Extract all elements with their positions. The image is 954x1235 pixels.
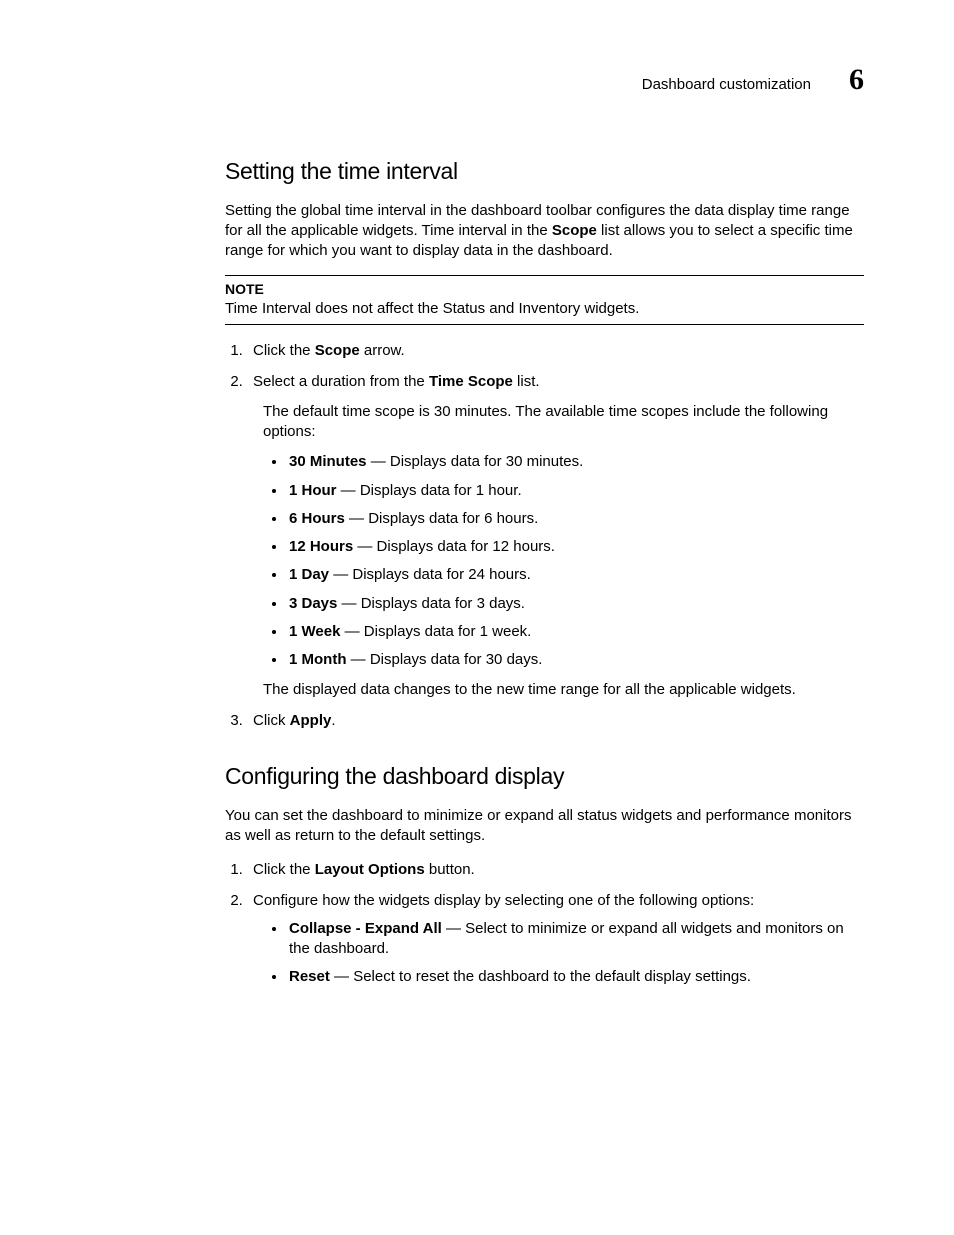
option-rest: — Displays data for 30 minutes.: [367, 453, 584, 470]
list-item: 1 Month — Displays data for 30 days.: [287, 650, 864, 670]
heading-configuring-dashboard-display: Configuring the dashboard display: [225, 761, 864, 792]
intro-bold-scope: Scope: [552, 222, 597, 239]
option-bold: 30 Minutes: [289, 453, 367, 470]
list-item: 1 Hour — Displays data for 1 hour.: [287, 481, 864, 501]
step-text: Click the: [253, 342, 315, 359]
option-rest: — Displays data for 12 hours.: [353, 538, 555, 555]
step-text: .: [331, 712, 335, 729]
list-item: 30 Minutes — Displays data for 30 minute…: [287, 452, 864, 472]
steps-list-dashboard-display: Click the Layout Options button. Configu…: [225, 860, 864, 987]
list-item: 1 Week — Displays data for 1 week.: [287, 622, 864, 642]
step-text: arrow.: [360, 342, 405, 359]
option-rest: — Displays data for 1 hour.: [337, 482, 522, 499]
step-text: button.: [425, 861, 475, 878]
option-bold: 3 Days: [289, 595, 337, 612]
option-bold: Reset: [289, 968, 330, 985]
note-text: Time Interval does not affect the Status…: [225, 299, 864, 319]
list-item: 12 Hours — Displays data for 12 hours.: [287, 537, 864, 557]
step-text: Select a duration from the: [253, 373, 429, 390]
option-bold: 6 Hours: [289, 510, 345, 527]
option-rest: — Displays data for 3 days.: [337, 595, 525, 612]
step-item: Click Apply.: [247, 711, 864, 731]
step-text: Configure how the widgets display by sel…: [253, 892, 754, 909]
step-item: Configure how the widgets display by sel…: [247, 891, 864, 988]
option-rest: — Displays data for 6 hours.: [345, 510, 538, 527]
option-bold: 1 Hour: [289, 482, 337, 499]
step-bold: Time Scope: [429, 373, 513, 390]
running-header: Dashboard customization 6: [225, 60, 864, 101]
list-item: 1 Day — Displays data for 24 hours.: [287, 565, 864, 585]
option-bold: 12 Hours: [289, 538, 353, 555]
option-bold: 1 Month: [289, 651, 347, 668]
heading-setting-time-interval: Setting the time interval: [225, 156, 864, 187]
step-text: Click the: [253, 861, 315, 878]
option-rest: — Displays data for 1 week.: [340, 623, 531, 640]
step-bold: Scope: [315, 342, 360, 359]
option-bold: 1 Day: [289, 566, 329, 583]
option-rest: — Displays data for 24 hours.: [329, 566, 531, 583]
intro-paragraph-2: You can set the dashboard to minimize or…: [225, 806, 864, 847]
step-item: Click the Scope arrow.: [247, 341, 864, 361]
list-item: Reset — Select to reset the dashboard to…: [287, 967, 864, 987]
option-rest: — Select to reset the dashboard to the d…: [330, 968, 751, 985]
running-title: Dashboard customization: [642, 75, 811, 95]
step-text: list.: [513, 373, 540, 390]
note-box: NOTE Time Interval does not affect the S…: [225, 275, 864, 325]
step-post-paragraph: The displayed data changes to the new ti…: [263, 680, 864, 700]
option-rest: — Displays data for 30 days.: [347, 651, 543, 668]
step-bold: Layout Options: [315, 861, 425, 878]
steps-list-time-interval: Click the Scope arrow. Select a duration…: [225, 341, 864, 731]
layout-options-list: Collapse - Expand All — Select to minimi…: [287, 919, 864, 988]
page: Dashboard customization 6 Setting the ti…: [0, 0, 954, 1235]
time-scope-options: 30 Minutes — Displays data for 30 minute…: [287, 452, 864, 670]
step-item: Click the Layout Options button.: [247, 860, 864, 880]
list-item: 3 Days — Displays data for 3 days.: [287, 594, 864, 614]
step-bold: Apply: [290, 712, 332, 729]
note-label: NOTE: [225, 280, 864, 299]
list-item: 6 Hours — Displays data for 6 hours.: [287, 509, 864, 529]
option-bold: Collapse - Expand All: [289, 920, 442, 937]
option-bold: 1 Week: [289, 623, 340, 640]
step-sub-paragraph: The default time scope is 30 minutes. Th…: [263, 402, 864, 443]
chapter-number: 6: [849, 60, 864, 101]
intro-paragraph: Setting the global time interval in the …: [225, 201, 864, 262]
list-item: Collapse - Expand All — Select to minimi…: [287, 919, 864, 960]
step-text: Click: [253, 712, 290, 729]
step-item: Select a duration from the Time Scope li…: [247, 372, 864, 701]
